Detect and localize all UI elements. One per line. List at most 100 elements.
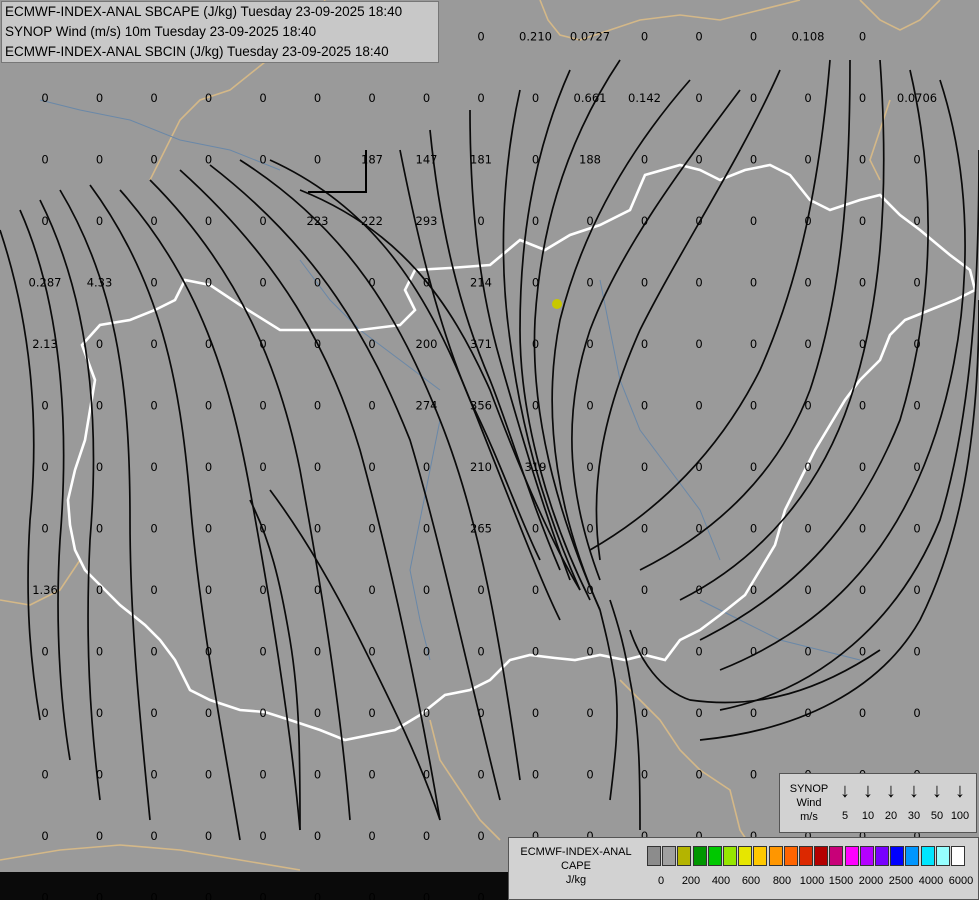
title-line-synop-wind: SYNOP Wind (m/s) 10m Tuesday 23-09-2025 …: [5, 24, 317, 39]
cape-value: 0: [205, 706, 212, 720]
cape-value: 0: [695, 522, 702, 536]
cape-value: 0: [477, 91, 484, 105]
cape-value: 0: [695, 214, 702, 228]
cape-value: 0: [586, 768, 593, 782]
cape-value: 0.287: [29, 276, 62, 290]
cape-value: 0: [96, 645, 103, 659]
cape-value: 0: [641, 645, 648, 659]
cape-value: 0: [695, 153, 702, 167]
cape-color-swatch: [890, 846, 905, 866]
cape-value: 0: [641, 337, 648, 351]
wind-arrow-icon: ↓: [909, 780, 919, 802]
cape-value: 371: [470, 337, 492, 351]
cape-value: 0: [532, 645, 539, 659]
cape-color-swatch: [799, 846, 813, 866]
cape-value: 0: [532, 399, 539, 413]
cape-value: 0: [586, 214, 593, 228]
cape-value: 0: [477, 583, 484, 597]
cape-value: 0: [532, 522, 539, 536]
cape-value: 0: [150, 829, 157, 843]
cape-color-swatch: [723, 846, 737, 866]
cape-value: 0: [150, 399, 157, 413]
cape-value: 0: [750, 583, 757, 597]
cape-value: 0: [695, 276, 702, 290]
cape-tick-label: 1500: [828, 875, 854, 887]
wind-speed-label: 5: [841, 810, 849, 822]
station-marker: [552, 299, 562, 309]
cape-value: 0: [96, 522, 103, 536]
cape-value: 0: [859, 399, 866, 413]
cape-value: 0: [859, 276, 866, 290]
cape-value: 0: [750, 645, 757, 659]
cape-value: 0: [314, 706, 321, 720]
cape-value: 0: [150, 276, 157, 290]
cape-value: 0: [586, 337, 593, 351]
cape-value: 0: [368, 522, 375, 536]
cape-tick-label: 600: [741, 875, 761, 887]
cape-value: 0: [96, 891, 103, 900]
cape-value: 0: [641, 153, 648, 167]
cape-value: 0: [641, 768, 648, 782]
cape-value: 0: [423, 276, 430, 290]
cape-value: 0: [859, 30, 866, 44]
cape-value: 0: [96, 153, 103, 167]
cape-value: 0: [259, 645, 266, 659]
cape-value: 0: [314, 276, 321, 290]
cape-value: 0: [205, 214, 212, 228]
cape-value: 0: [695, 460, 702, 474]
cape-value: 0: [150, 645, 157, 659]
cape-value: 0: [477, 829, 484, 843]
cape-value: 222: [361, 214, 383, 228]
cape-value: 210: [470, 460, 492, 474]
cape-value: 0: [368, 276, 375, 290]
cape-value: 214: [470, 276, 492, 290]
cape-value: 0: [750, 706, 757, 720]
cape-legend-title: ECMWF-INDEX-ANAL: [520, 846, 632, 858]
cape-value: 0: [641, 399, 648, 413]
cape-tick-label: 400: [711, 875, 731, 887]
cape-legend-variable: CAPE: [561, 860, 591, 872]
cape-value: 0: [150, 706, 157, 720]
cape-value: 0: [532, 153, 539, 167]
title-line-sbcape: ECMWF-INDEX-ANAL SBCAPE (J/kg) Tuesday 2…: [5, 4, 403, 19]
cape-value: 147: [416, 153, 438, 167]
cape-value: 0: [859, 337, 866, 351]
cape-legend-unit: J/kg: [565, 874, 587, 886]
cape-value: 0: [96, 214, 103, 228]
cape-value: 0: [423, 829, 430, 843]
cape-value: 0: [532, 768, 539, 782]
cape-value: 0: [259, 399, 266, 413]
cape-value: 0: [586, 460, 593, 474]
cape-color-swatch: [783, 846, 798, 866]
cape-value: 0: [41, 829, 48, 843]
cape-value: 0.0706: [897, 91, 937, 105]
cape-value: 0: [205, 645, 212, 659]
cape-value: 4.33: [87, 276, 113, 290]
cape-value: 0: [641, 214, 648, 228]
cape-value: 0: [368, 645, 375, 659]
cape-value: 0: [586, 399, 593, 413]
cape-value: 0: [314, 829, 321, 843]
cape-value: 0: [913, 645, 920, 659]
cape-value: 0: [150, 768, 157, 782]
cape-value: 0: [259, 460, 266, 474]
cape-value: 0: [695, 645, 702, 659]
cape-value: 0: [804, 583, 811, 597]
cape-value: 0: [41, 768, 48, 782]
cape-value: 0: [859, 214, 866, 228]
cape-value: 0: [423, 522, 430, 536]
cape-value: 0: [423, 706, 430, 720]
cape-color-swatch: [951, 846, 965, 866]
cape-value: 0: [423, 645, 430, 659]
cape-value: 0: [695, 30, 702, 44]
cape-color-swatch: [738, 846, 753, 866]
cape-value: 0: [695, 768, 702, 782]
cape-value: 0: [259, 583, 266, 597]
cape-value: 0: [314, 91, 321, 105]
wind-legend: SYNOP Wind m/s ↓ 5 ↓ 10 ↓ 20 ↓ 30 ↓ 50 ↓ 100: [779, 773, 977, 833]
cape-value: 0: [423, 768, 430, 782]
cape-color-swatch: [692, 846, 707, 866]
cape-value: 0: [477, 768, 484, 782]
cape-value: 0: [205, 153, 212, 167]
cape-value: 0: [314, 337, 321, 351]
